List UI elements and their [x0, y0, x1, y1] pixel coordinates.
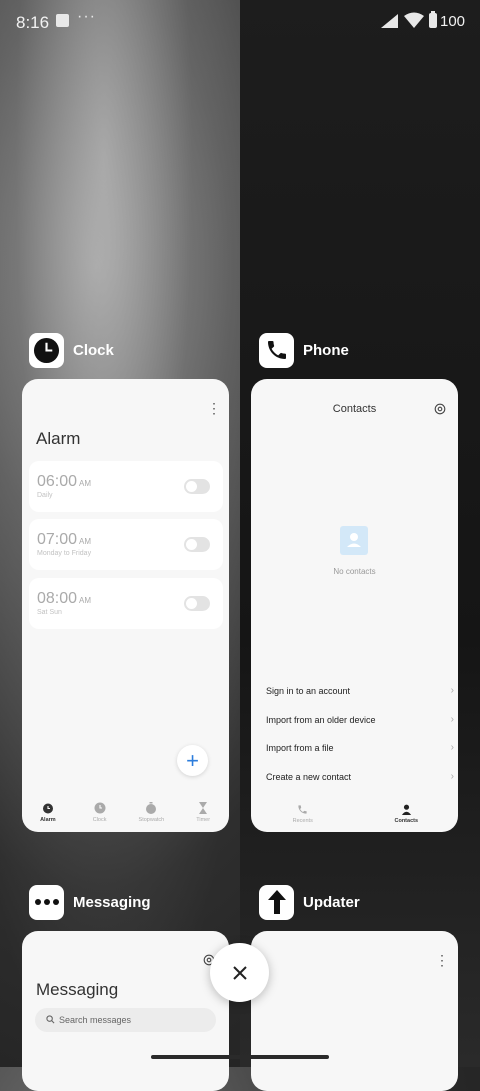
alarm-toggle[interactable]	[184, 537, 210, 552]
action-create-contact[interactable]: Create a new contact ›	[266, 771, 454, 782]
search-input[interactable]: Search messages	[35, 1008, 216, 1032]
clock-icon	[94, 802, 106, 814]
recent-card-messaging[interactable]: Messaging Search messages	[22, 931, 229, 1091]
action-sign-in[interactable]: Sign in to an account ›	[266, 685, 454, 696]
arrow-up-icon[interactable]	[259, 884, 294, 920]
alarm-time: 08:00 AM	[37, 590, 92, 607]
app-header-updater[interactable]: Updater	[259, 884, 360, 920]
recent-card-updater[interactable]: ⋮	[251, 931, 458, 1091]
recent-card-phone[interactable]: Contacts No contacts Sign in to an accou…	[251, 379, 458, 832]
more-options-icon[interactable]: ⋮	[207, 401, 221, 415]
action-import-older-device[interactable]: Import from an older device ›	[266, 714, 454, 725]
signal-icon	[381, 14, 398, 28]
alarm-repeat: Monday to Friday	[37, 550, 92, 557]
tab-stopwatch[interactable]: Stopwatch	[126, 802, 178, 823]
battery-percent: 100	[440, 13, 466, 30]
chevron-right-icon: ›	[450, 685, 454, 696]
clear-all-button[interactable]	[210, 943, 269, 1002]
search-icon	[46, 1015, 55, 1024]
close-icon	[232, 965, 247, 980]
app-label: Clock	[73, 341, 114, 359]
chevron-right-icon: ›	[450, 714, 454, 725]
tab-alarm[interactable]: Alarm	[22, 802, 74, 823]
person-icon	[401, 804, 411, 815]
contact-placeholder-icon	[340, 526, 368, 555]
notification-icon	[56, 14, 69, 27]
action-import-file[interactable]: Import from a file ›	[266, 742, 454, 753]
app-label: Phone	[303, 341, 349, 359]
alarm-repeat: Sat Sun	[37, 609, 62, 616]
alarm-repeat: Daily	[37, 492, 53, 499]
hourglass-icon	[199, 802, 208, 814]
alarm-toggle[interactable]	[184, 596, 210, 611]
tab-clock[interactable]: Clock	[74, 802, 126, 823]
add-alarm-button[interactable]: +	[177, 745, 208, 776]
status-bar: 8:16 ··· 100	[0, 0, 480, 44]
settings-icon[interactable]	[434, 402, 446, 420]
phone-icon	[298, 805, 307, 814]
bottom-tab-bar: Alarm Clock Stopwatch Timer	[22, 802, 229, 823]
screen-title: Alarm	[36, 429, 81, 448]
app-header-clock[interactable]: Clock	[29, 332, 114, 368]
recent-card-clock[interactable]: ⋮ Alarm 06:00 AM Daily 07:00 AM Monday to …	[22, 379, 229, 832]
home-gesture-bar[interactable]	[151, 1055, 329, 1059]
list-item[interactable]: 07:00 AM Monday to Friday	[29, 519, 223, 570]
tab-timer[interactable]: Timer	[177, 802, 229, 823]
app-header-phone[interactable]: Phone	[259, 332, 349, 368]
tab-recents[interactable]: Recents	[251, 804, 355, 824]
alarm-time: 07:00 AM	[37, 531, 92, 548]
list-item[interactable]: 06:00 AM Daily	[29, 461, 223, 512]
more-options-icon[interactable]: ⋮	[435, 953, 449, 967]
alarm-toggle[interactable]	[184, 479, 210, 494]
app-header-messaging[interactable]: Messaging	[29, 884, 151, 920]
alarm-icon	[42, 803, 53, 814]
bottom-tab-bar: Recents Contacts	[251, 804, 458, 824]
chevron-right-icon: ›	[450, 742, 454, 753]
app-label: Updater	[303, 893, 360, 911]
screen-title: Contacts	[332, 403, 377, 415]
more-dots-icon[interactable]	[29, 884, 64, 920]
alarm-time: 06:00 AM	[37, 473, 92, 490]
list-item[interactable]: 08:00 AM Sat Sun	[29, 578, 223, 629]
stopwatch-icon	[146, 802, 157, 814]
battery-icon	[429, 11, 437, 28]
chevron-right-icon: ›	[450, 771, 454, 782]
status-time: 8:16	[16, 13, 50, 32]
search-placeholder: Search messages	[59, 1015, 132, 1025]
wifi-icon	[404, 12, 424, 33]
phone-icon[interactable]	[259, 332, 294, 368]
tab-contacts[interactable]: Contacts	[355, 804, 459, 824]
empty-state-text: No contacts	[333, 567, 376, 576]
clock-icon[interactable]	[29, 332, 64, 368]
app-label: Messaging	[73, 893, 151, 911]
more-notifications-icon: ···	[77, 8, 96, 25]
screen-title: Messaging	[36, 980, 119, 999]
